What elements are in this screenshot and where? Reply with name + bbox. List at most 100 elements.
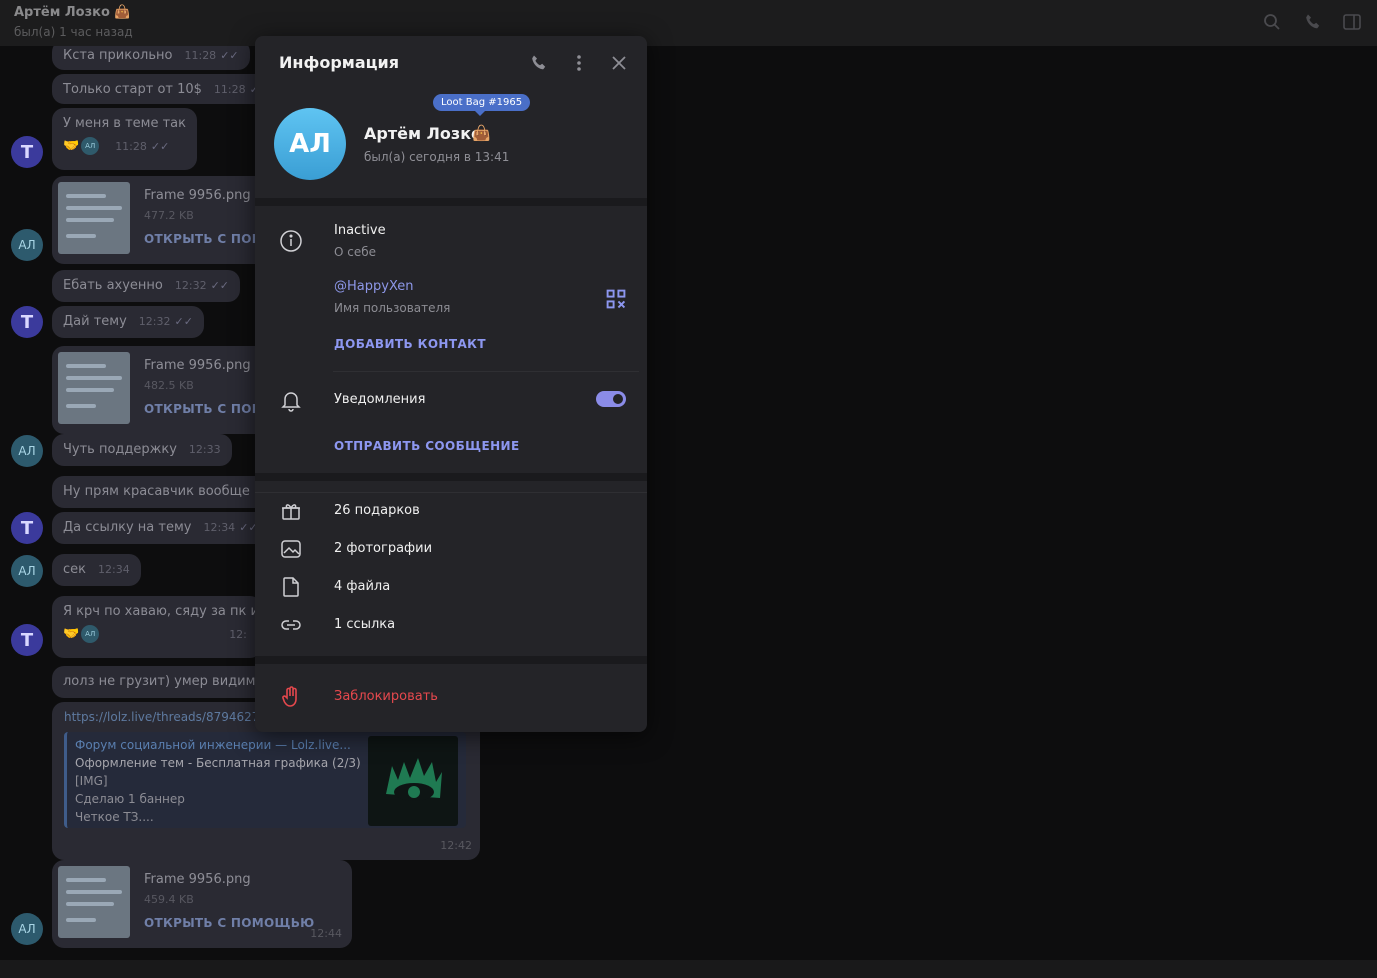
section-divider (255, 473, 647, 481)
link-preview-card[interactable]: Форум социальной инженерии — Lolz.live..… (64, 732, 466, 828)
read-ticks-icon: ✓✓ (220, 49, 239, 62)
more-options-icon[interactable] (569, 53, 589, 73)
sidebar-toggle-icon[interactable] (1342, 12, 1362, 32)
chat-area: Кста прикольно 11:28 ✓✓ Только старт от 10… (0, 46, 1377, 960)
read-ticks-icon: ✓✓ (210, 279, 230, 292)
message-bubble[interactable]: сек 12:34 (52, 554, 141, 586)
message-time: 12:32 (174, 279, 207, 292)
message-bubble[interactable]: Да ссылку на тему 12:34 ✓✓ (52, 512, 269, 544)
photos-link[interactable]: 2 фотографии (334, 541, 432, 556)
reaction[interactable]: 🤝 АЛ (63, 625, 100, 643)
file-thumbnail[interactable] (58, 352, 130, 424)
message-text: Дай тему (63, 314, 127, 329)
chat-header: Артём Лозко 👜 был(а) 1 час назад (0, 0, 1377, 46)
message-time: 12:42 (440, 839, 472, 852)
gifts-link[interactable]: 26 подарков (334, 503, 420, 518)
file-size: 477.2 KB (144, 209, 194, 222)
message-time: 11:28 (115, 139, 147, 153)
panel-title: Информация (279, 53, 399, 72)
message-text: Ну прям красавчик вообще (63, 484, 250, 499)
file-message[interactable]: Frame 9956.png 459.4 KB ОТКРЫТЬ С ПОМОЩЬ… (52, 860, 352, 948)
preview-line: Четкое ТЗ.... (75, 810, 154, 824)
phone-icon[interactable] (529, 53, 549, 73)
qr-code-icon[interactable] (604, 287, 626, 309)
message-bubble[interactable]: Дай тему 12:32 ✓✓ (52, 306, 204, 338)
avatar[interactable]: АЛ (11, 229, 43, 261)
message-bubble[interactable]: Я крч по хаваю, сяду за пк и ос 🤝 АЛ 12: (52, 596, 278, 658)
avatar[interactable]: АЛ (11, 555, 43, 587)
reaction-avatar: АЛ (81, 137, 100, 155)
preview-title: Форум социальной инженерии — Lolz.live..… (75, 738, 351, 752)
profile-avatar[interactable]: АЛ (274, 108, 346, 180)
bio-label: О себе (334, 245, 377, 259)
chat-title[interactable]: Артём Лозко 👜 (14, 5, 131, 20)
message-text: Чуть поддержку (63, 442, 177, 457)
user-info-panel: Информация АЛ Loot Bag #1965 Артём Лозко… (255, 36, 647, 732)
handshake-icon: 🤝 (63, 626, 80, 642)
username-value[interactable]: @HappyXen (334, 279, 414, 294)
emoji-status-icon[interactable]: 👜 (472, 124, 491, 142)
message-input-bar[interactable] (0, 960, 1377, 978)
avatar[interactable]: T (11, 512, 43, 544)
file-thumbnail[interactable] (58, 182, 130, 254)
message-bubble[interactable]: Чуть поддержку 12:33 (52, 434, 232, 466)
message-link[interactable]: https://lolz.live/threads/8794627 (64, 710, 259, 724)
file-name: Frame 9956.png (144, 358, 251, 373)
file-size: 482.5 KB (144, 379, 194, 392)
block-user-button[interactable]: Заблокировать (334, 689, 438, 704)
bell-icon (279, 388, 303, 412)
notifications-label: Уведомления (334, 392, 426, 407)
username-label: Имя пользователя (334, 301, 451, 315)
message-text: Я крч по хаваю, сяду за пк и ос (63, 604, 279, 619)
message-text: Только старт от 10$ (63, 82, 202, 97)
message-bubble[interactable]: Только старт от 10$11:28✓✓ (52, 74, 280, 104)
message-text: Да ссылку на тему (63, 520, 192, 535)
block-hand-icon (279, 685, 303, 709)
phone-icon[interactable] (1303, 12, 1323, 32)
open-with-button[interactable]: ОТКРЫТЬ С ПОМОЩЬЮ (144, 916, 315, 930)
file-thumbnail[interactable] (58, 866, 130, 938)
gift-badge[interactable]: Loot Bag #1965 (433, 94, 531, 116)
message-bubble[interactable]: Ну прям красавчик вообще1 (52, 476, 280, 508)
file-name: Frame 9956.png (144, 188, 251, 203)
links-link[interactable]: 1 ссылка (334, 617, 395, 632)
row-divider (333, 371, 639, 372)
message-text: Ебать ахуенно (63, 278, 163, 293)
read-ticks-icon: ✓✓ (150, 139, 170, 153)
message-bubble[interactable]: Ебать ахуенно 12:32 ✓✓ (52, 270, 241, 302)
message-bubble[interactable]: Кста прикольно 11:28 ✓✓ (52, 46, 250, 70)
send-message-button[interactable]: ОТПРАВИТЬ СООБЩЕНИЕ (334, 439, 520, 453)
preview-image (368, 736, 458, 826)
gift-icon (279, 499, 303, 523)
file-size: 459.4 KB (144, 893, 194, 906)
info-icon (279, 229, 303, 253)
message-bubble[interactable]: лолз не грузит) умер видимо (52, 666, 275, 698)
search-icon[interactable] (1262, 12, 1282, 32)
preview-line: [IMG] (75, 774, 108, 788)
files-link[interactable]: 4 файла (334, 579, 390, 594)
file-name: Frame 9956.png (144, 872, 251, 887)
avatar[interactable]: АЛ (11, 913, 43, 945)
avatar[interactable]: T (11, 306, 43, 338)
notifications-toggle[interactable] (596, 391, 626, 407)
preview-line: Оформление тем - Бесплатная графика (2/3… (75, 756, 361, 770)
section-divider (255, 656, 647, 664)
message-text: У меня в теме так (63, 116, 187, 131)
reaction[interactable]: 🤝 АЛ (63, 137, 100, 155)
avatar[interactable]: АЛ (11, 435, 43, 467)
avatar[interactable]: T (11, 136, 43, 168)
message-text: лолз не грузит) умер видимо (63, 674, 264, 689)
preview-line: Сделаю 1 баннер (75, 792, 185, 806)
profile-status: был(а) сегодня в 13:41 (364, 150, 510, 164)
message-time: 12: (229, 627, 247, 641)
profile-name: Артём Лозко (364, 124, 483, 143)
message-time: 11:28 (184, 49, 217, 62)
message-time: 12:33 (188, 443, 221, 456)
avatar[interactable]: T (11, 624, 43, 656)
message-text: Кста прикольно (63, 48, 173, 63)
close-icon[interactable] (609, 53, 629, 73)
add-contact-button[interactable]: ДОБАВИТЬ КОНТАКТ (334, 337, 486, 351)
reaction-avatar: АЛ (81, 625, 100, 643)
bio-value: Inactive (334, 223, 386, 238)
message-bubble[interactable]: У меня в теме так 🤝 АЛ 11:28 ✓✓ (52, 108, 198, 170)
